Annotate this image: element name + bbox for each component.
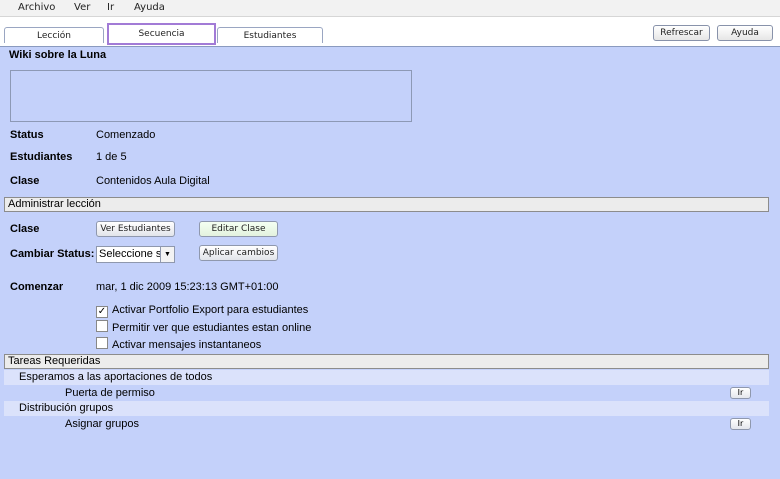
- students-value: 1 de 5: [96, 151, 127, 163]
- apply-changes-button[interactable]: Aplicar cambios: [199, 245, 278, 261]
- students-label: Estudiantes: [10, 151, 73, 163]
- task-group: Distribución grupos: [4, 401, 769, 416]
- class-label: Clase: [10, 175, 40, 187]
- menu-bar: Archivo Ver Ir Ayuda: [0, 0, 780, 17]
- menu-archivo[interactable]: Archivo: [18, 2, 55, 13]
- option-label: Activar mensajes instantaneos: [112, 339, 262, 351]
- option-label: Activar Portfolio Export para estudiante…: [112, 304, 309, 316]
- option-instant-messages[interactable]: Activar mensajes instantaneos: [96, 337, 261, 351]
- checkbox-checked-icon[interactable]: ✓: [96, 306, 108, 318]
- menu-ayuda[interactable]: Ayuda: [134, 2, 165, 13]
- option-portfolio-export[interactable]: ✓ Activar Portfolio Export para estudiant…: [96, 304, 308, 318]
- menu-ir[interactable]: Ir: [107, 2, 114, 13]
- change-status-label: Cambiar Status:: [10, 248, 95, 260]
- task-group-name: Distribución grupos: [19, 402, 114, 414]
- status-select-value: Seleccione st: [99, 248, 165, 260]
- tab-leccion[interactable]: Lección: [4, 27, 104, 43]
- tab-secuencia[interactable]: Secuencia: [107, 23, 216, 45]
- start-label: Comenzar: [10, 281, 64, 293]
- go-button[interactable]: Ir: [730, 418, 751, 430]
- task-name: Asignar grupos: [65, 418, 139, 430]
- status-select[interactable]: Seleccione st ▼: [96, 246, 175, 263]
- status-label: Status: [10, 129, 44, 141]
- chevron-down-icon[interactable]: ▼: [160, 247, 174, 262]
- task-row: Puerta de permiso Ir: [4, 386, 769, 401]
- help-button[interactable]: Ayuda: [717, 25, 773, 41]
- tab-estudiantes[interactable]: Estudiantes: [217, 27, 323, 43]
- status-value: Comenzado: [96, 129, 156, 141]
- lesson-title: Wiki sobre la Luna: [9, 49, 107, 61]
- option-online-students[interactable]: Permitir ver que estudiantes estan onlin…: [96, 320, 311, 334]
- menu-ver[interactable]: Ver: [74, 2, 90, 13]
- checkbox-icon[interactable]: [96, 337, 108, 349]
- task-group: Esperamos a las aportaciones de todos: [4, 370, 769, 385]
- task-name: Puerta de permiso: [65, 387, 155, 399]
- admin-section-header: Administrar lección: [4, 197, 769, 212]
- tasks-section-header: Tareas Requeridas: [4, 354, 769, 369]
- view-students-button[interactable]: Ver Estudiantes: [96, 221, 175, 237]
- option-label: Permitir ver que estudiantes estan onlin…: [112, 322, 312, 334]
- lesson-description-box: [10, 70, 412, 122]
- go-button[interactable]: Ir: [730, 387, 751, 399]
- class-value: Contenidos Aula Digital: [96, 175, 210, 187]
- task-group-name: Esperamos a las aportaciones de todos: [19, 371, 213, 383]
- start-value: mar, 1 dic 2009 15:23:13 GMT+01:00: [96, 281, 279, 293]
- checkbox-icon[interactable]: [96, 320, 108, 332]
- refresh-button[interactable]: Refrescar: [653, 25, 710, 41]
- edit-class-button[interactable]: Editar Clase: [199, 221, 278, 237]
- admin-class-label: Clase: [10, 223, 40, 235]
- tab-strip: Lección Secuencia Estudiantes Refrescar …: [0, 17, 780, 47]
- task-row: Asignar grupos Ir: [4, 417, 769, 432]
